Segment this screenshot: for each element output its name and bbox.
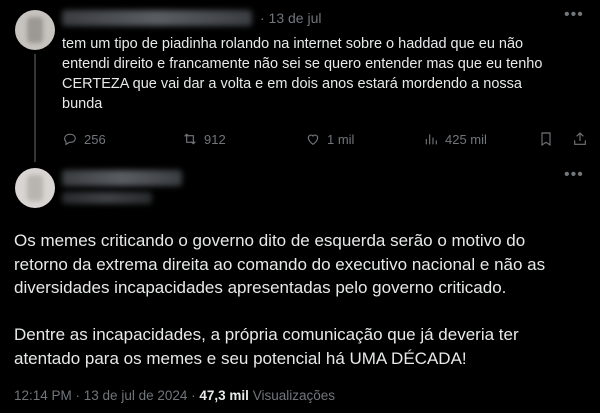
- reply-text-line: bunda: [62, 96, 103, 112]
- main-views-label: Visualizações: [252, 388, 335, 403]
- reply-count: 256: [84, 131, 106, 147]
- reply-author-name-blurred[interactable]: [62, 10, 252, 26]
- main-text-line: Os memes criticando o governo dito de es…: [14, 231, 526, 250]
- reply-date[interactable]: · 13 de jul: [260, 10, 321, 26]
- like-icon: [307, 134, 319, 146]
- reply-text-line: CERTEZA que vai dar a volta e em dois an…: [62, 76, 522, 92]
- main-timestamp[interactable]: 12:14 PM · 13 de jul de 2024 ·: [14, 388, 196, 403]
- bookmark-button[interactable]: [538, 131, 554, 147]
- main-author-name-blurred[interactable]: [62, 170, 182, 186]
- main-text-line: retorno da extrema direita ao comando do…: [14, 254, 546, 274]
- reply-more-icon[interactable]: •••: [564, 6, 584, 24]
- main-tweet-text: Os memes criticando o governo dito de es…: [14, 229, 589, 371]
- reply-text-line: entendi direito e francamente não sei se…: [62, 56, 543, 72]
- like-count: 1 mil: [327, 131, 355, 147]
- avatar-blurred-face: [27, 175, 43, 201]
- reply-icon: [64, 133, 76, 146]
- repost-icon: [184, 133, 196, 145]
- main-tweet-meta: 12:14 PM · 13 de jul de 2024 · 47,3 mil …: [14, 388, 335, 403]
- main-text-line: atentado para os memes e seu potencial h…: [14, 348, 467, 368]
- main-more-icon[interactable]: •••: [564, 166, 584, 184]
- bookmark-icon: [541, 132, 551, 147]
- views-icon: [425, 134, 437, 145]
- share-button[interactable]: [572, 131, 588, 147]
- main-author-avatar[interactable]: [15, 168, 55, 208]
- views-button[interactable]: 425 mil: [423, 131, 487, 147]
- repost-button[interactable]: 912: [182, 131, 226, 147]
- reply-button[interactable]: 256: [62, 131, 106, 147]
- reply-author-avatar[interactable]: [15, 10, 55, 50]
- main-views-count: 47,3 mil: [199, 388, 249, 403]
- like-button[interactable]: 1 mil: [305, 131, 354, 147]
- repost-count: 912: [204, 131, 226, 147]
- avatar-blurred-face: [27, 17, 43, 43]
- share-icon: [574, 132, 586, 145]
- main-text-line: Dentre as incapacidades, a própria comun…: [14, 325, 519, 345]
- reply-text: tem um tipo de piadinha rolando na inter…: [62, 34, 582, 114]
- views-count: 425 mil: [445, 131, 487, 147]
- main-text-line: diversidades incapacidades apresentadas …: [14, 278, 507, 298]
- thread-connector-line: [34, 54, 36, 162]
- reply-text-line: tem um tipo de piadinha rolando na inter…: [62, 36, 524, 52]
- main-author-handle-blurred[interactable]: [62, 192, 152, 204]
